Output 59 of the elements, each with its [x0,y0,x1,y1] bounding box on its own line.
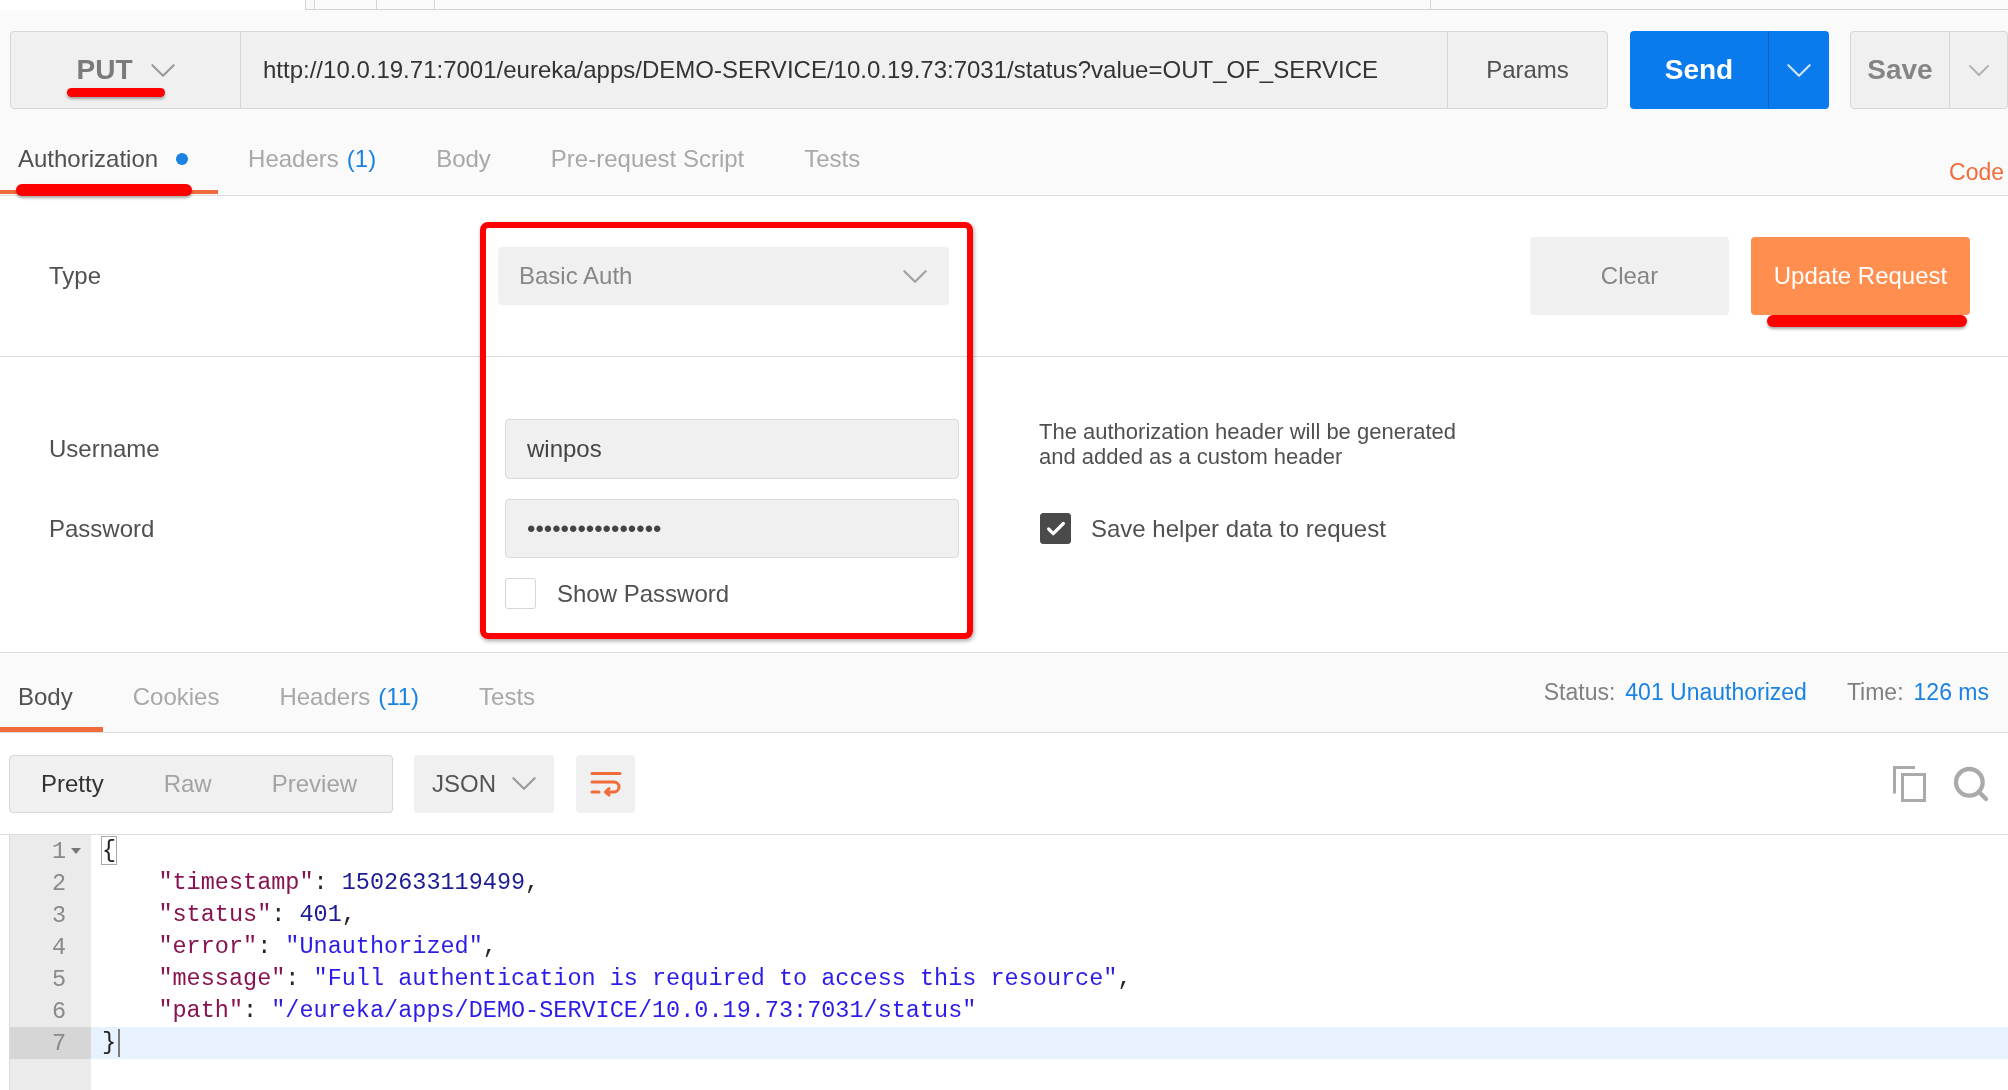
line-number: 7 [51,1029,66,1057]
tab[interactable]: Tests [449,672,566,732]
tab[interactable]: Headers (1) [218,141,407,184]
tab[interactable]: Cookies [102,672,250,732]
field-label: Type [49,262,102,290]
status-value: 401 Unauthorized [1625,679,1807,706]
field-label: Username [49,435,160,463]
chevron-down-icon [512,777,536,790]
chevron-down-icon [903,269,927,283]
tab[interactable]: Authorization [0,141,219,184]
params-button[interactable]: Params [1447,31,1608,109]
code-line: "error": "Unauthorized", [157,932,497,962]
checkbox-label[interactable]: Save helper data to request [1091,514,1386,543]
code-line: "timestamp": 1502633119499, [157,868,540,898]
tab[interactable]: Pre-request Script [520,141,775,184]
code-line: "path": "/eureka/apps/DEMO-SERVICE/10.0.19.73:7031/status" [157,996,977,1026]
time-value: 126 ms [1913,679,1989,706]
format-dropdown[interactable]: JSON [414,754,554,813]
code-line: } [102,1028,117,1058]
send-options-button[interactable] [1768,31,1829,109]
view-mode-button[interactable]: Pretty [10,755,134,812]
chevron-down-icon [1787,63,1811,77]
checkbox-label[interactable]: Show Password [557,579,730,608]
auth-type-dropdown[interactable]: Basic Auth [498,247,949,305]
copy-icon[interactable] [1893,765,1927,802]
caret-down-icon[interactable] [71,848,81,854]
save-options-button[interactable] [1950,31,2008,109]
code-link[interactable]: Code [1949,141,2008,195]
username-field[interactable]: winpos [505,419,959,479]
line-number: 4 [51,933,66,961]
code-line: "message": "Full authentication is required to access this resource", [157,964,1132,994]
send-button[interactable]: Send [1630,31,1768,109]
chevron-down-icon [150,63,175,77]
line-number: 2 [51,869,66,897]
line-number: 3 [51,901,66,929]
field-label: Password [49,514,155,543]
code-line: { [102,836,117,866]
save-button[interactable]: Save [1850,31,1950,109]
time-label: Time: [1846,679,1904,706]
password-field[interactable]: •••••••••••••••• [505,499,959,558]
checkbox[interactable] [1040,513,1071,544]
text-cursor-icon [118,1029,121,1057]
method-dropdown[interactable]: PUT [10,31,241,109]
action-button[interactable]: Clear [1530,237,1729,315]
tab[interactable]: Body [406,141,521,184]
line-number: 1 [51,837,66,865]
wrap-lines-button[interactable] [576,754,635,813]
line-number: 6 [51,997,66,1025]
tab[interactable]: Tests [774,141,891,184]
chevron-down-icon [1968,64,1989,76]
url-field[interactable]: http://10.0.19.71:7001/eureka/apps/DEMO-SERVICE/10.0.19.73:7031/status?value=OUT_OF_SERVICE [241,31,1447,109]
view-mode-button[interactable]: Raw [133,755,242,812]
view-mode-button[interactable]: Preview [241,755,388,812]
code-line: "status": 401, [157,900,356,930]
action-button[interactable]: Update Request [1751,237,1970,315]
line-number: 5 [51,965,66,993]
tab[interactable]: Headers (11) [249,672,450,732]
status-label: Status: [1543,679,1616,706]
help-text: The authorization header will be generated and added as a custom header [1039,419,1458,469]
